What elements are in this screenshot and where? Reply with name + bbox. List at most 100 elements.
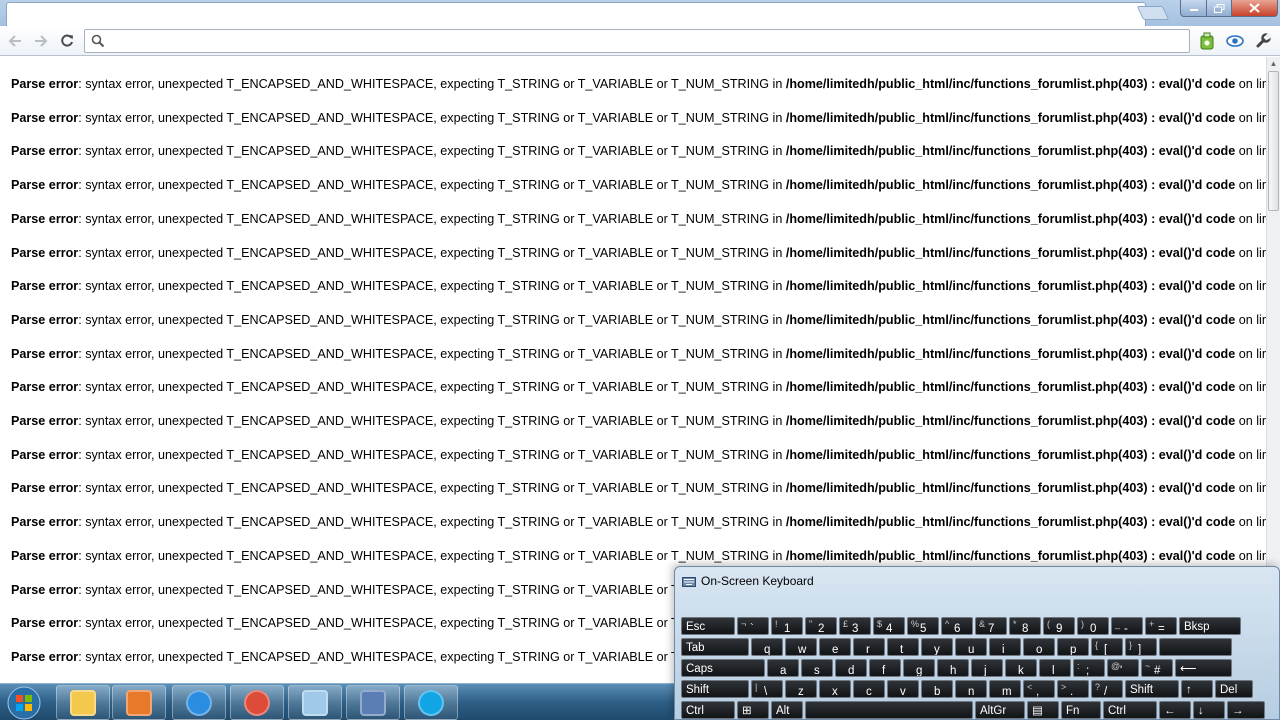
osk-key[interactable]: s [801, 659, 833, 677]
osk-key[interactable]: Ctrl [1103, 701, 1157, 719]
osk-key-label: g [916, 665, 923, 677]
osk-key[interactable]: ↑ [1181, 680, 1213, 698]
osk-key[interactable] [1159, 638, 1232, 656]
new-tab-button[interactable] [1136, 6, 1170, 20]
taskbar-app-notepad[interactable] [288, 685, 342, 720]
extension-button[interactable] [1225, 31, 1245, 51]
osk-key[interactable]: }] [1125, 638, 1157, 656]
osk-key[interactable]: p [1057, 638, 1089, 656]
minimize-button[interactable] [1180, 0, 1207, 17]
taskbar-app-explorer[interactable] [56, 685, 110, 720]
osk-key-shift-label: ) [1081, 619, 1084, 629]
taskbar-app-internet-explorer[interactable] [172, 685, 226, 720]
osk-key[interactable]: g [903, 659, 935, 677]
osk-key[interactable]: f [869, 659, 901, 677]
url-input[interactable] [111, 32, 1181, 50]
osk-key[interactable]: Fn [1061, 701, 1101, 719]
osk-key[interactable]: + = [1145, 617, 1177, 635]
osk-titlebar[interactable]: On-Screen Keyboard [675, 567, 1279, 597]
error-file: /home/limitedh/public_html/inc/functions… [785, 144, 1236, 159]
error-line: Parse error: syntax error, unexpected T_… [11, 413, 1266, 429]
osk-key[interactable]: AltGr [975, 701, 1025, 719]
osk-key[interactable]: Shift [681, 680, 749, 698]
osk-key[interactable]: x [819, 680, 851, 698]
osk-key[interactable]: ¬ ` [737, 617, 769, 635]
back-button[interactable] [4, 30, 26, 52]
osk-key[interactable]: l [1039, 659, 1071, 677]
osk-key[interactable]: :; [1073, 659, 1105, 677]
forward-button[interactable] [30, 30, 52, 52]
osk-key[interactable]: ! 1 [771, 617, 803, 635]
osk-key[interactable]: Shift [1125, 680, 1179, 698]
osk-key[interactable]: j [971, 659, 1003, 677]
browser-tab[interactable] [6, 2, 1146, 26]
osk-key[interactable]: w [785, 638, 817, 656]
extension-button[interactable] [1197, 31, 1217, 51]
osk-key[interactable]: e [819, 638, 851, 656]
osk-key-label: Shift [1130, 684, 1154, 696]
osk-key[interactable]: ⟵ [1175, 659, 1232, 677]
osk-key[interactable]: m [989, 680, 1021, 698]
osk-key[interactable]: Bksp [1179, 617, 1241, 635]
osk-key[interactable]: a [767, 659, 799, 677]
address-bar[interactable] [84, 29, 1190, 53]
scroll-up-arrow-icon[interactable]: ▲ [1267, 57, 1280, 71]
osk-key[interactable]: u [955, 638, 987, 656]
osk-key-shift-label: " [809, 619, 813, 629]
osk-key[interactable]: $4 [873, 617, 905, 635]
osk-key[interactable]: & 7 [975, 617, 1007, 635]
osk-key[interactable]: c [853, 680, 885, 698]
osk-key[interactable] [805, 701, 973, 719]
error-label: Parse error [11, 279, 79, 294]
osk-key[interactable]: @ ' [1107, 659, 1139, 677]
osk-key[interactable]: n [955, 680, 987, 698]
osk-key[interactable]: h [937, 659, 969, 677]
osk-key[interactable]: k [1005, 659, 1037, 677]
osk-key[interactable]: <, [1023, 680, 1055, 698]
osk-key[interactable]: ⊞ [737, 701, 769, 719]
osk-key[interactable]: o [1023, 638, 1055, 656]
osk-key[interactable]: y [921, 638, 953, 656]
osk-key[interactable]: " 2 [805, 617, 837, 635]
maximize-button[interactable] [1206, 0, 1232, 17]
scrollbar-thumb[interactable] [1268, 71, 1279, 211]
osk-key[interactable]: q [751, 638, 783, 656]
start-button[interactable] [2, 685, 46, 720]
osk-key[interactable]: → [1227, 701, 1265, 719]
osk-key[interactable]: Ctrl [681, 701, 735, 719]
osk-key[interactable]: t [887, 638, 919, 656]
taskbar-app-remote-desktop[interactable] [346, 685, 400, 720]
osk-key[interactable]: z [785, 680, 817, 698]
osk-key[interactable]: | \ [751, 680, 783, 698]
taskbar-app-skype[interactable] [404, 685, 458, 720]
taskbar-app-chrome[interactable] [230, 685, 284, 720]
taskbar-app-media-player[interactable] [112, 685, 166, 720]
close-button[interactable] [1231, 0, 1278, 17]
osk-key[interactable]: r [853, 638, 885, 656]
osk-key[interactable]: Caps [681, 659, 765, 677]
osk-key[interactable]: ~ # [1141, 659, 1173, 677]
osk-key[interactable]: (9 [1043, 617, 1075, 635]
osk-key[interactable]: i [989, 638, 1021, 656]
osk-key[interactable]: ) 0 [1077, 617, 1109, 635]
osk-key[interactable]: {[ [1091, 638, 1123, 656]
osk-key[interactable]: % 5 [907, 617, 939, 635]
osk-key[interactable]: v [887, 680, 919, 698]
osk-key[interactable]: ^ 6 [941, 617, 973, 635]
settings-wrench-button[interactable] [1253, 31, 1273, 51]
osk-key[interactable]: b [921, 680, 953, 698]
osk-key[interactable]: Esc [681, 617, 735, 635]
osk-key[interactable]: ↓ [1193, 701, 1225, 719]
osk-key[interactable]: >. [1057, 680, 1089, 698]
reload-button[interactable] [56, 30, 78, 52]
osk-key[interactable]: £3 [839, 617, 871, 635]
osk-key[interactable]: _ - [1111, 617, 1143, 635]
osk-key[interactable]: ? / [1091, 680, 1123, 698]
osk-key[interactable]: * 8 [1009, 617, 1041, 635]
osk-key[interactable]: d [835, 659, 867, 677]
osk-key[interactable]: ← [1159, 701, 1191, 719]
osk-key[interactable]: Alt [771, 701, 803, 719]
osk-key[interactable]: Tab [681, 638, 749, 656]
osk-key[interactable]: ▤ [1027, 701, 1059, 719]
osk-key[interactable]: Del [1215, 680, 1253, 698]
